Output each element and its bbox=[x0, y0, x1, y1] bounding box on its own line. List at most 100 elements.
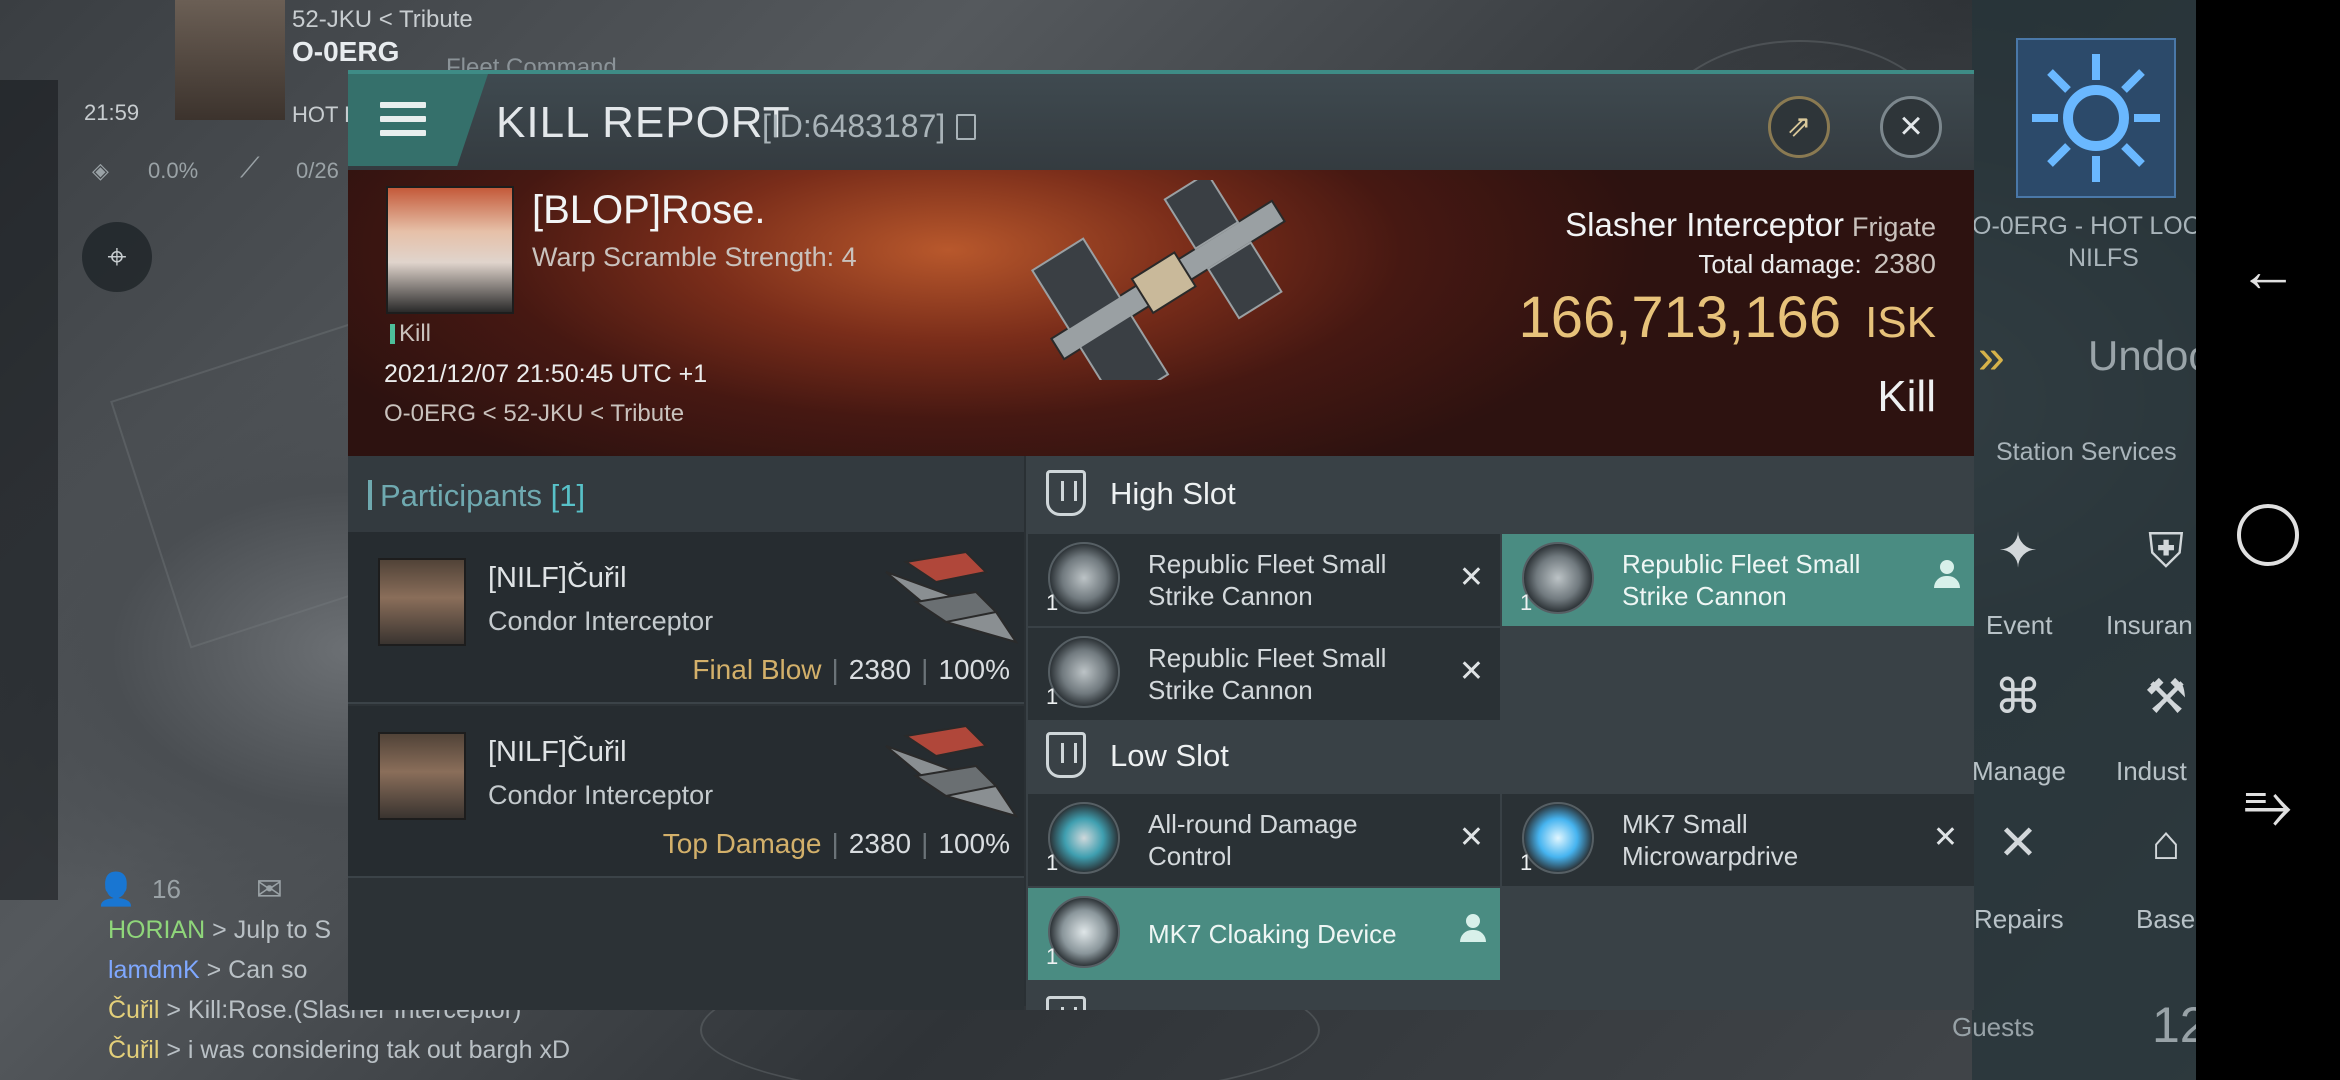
event-button[interactable]: Event bbox=[1986, 610, 2053, 641]
high-slot-header: High Slot bbox=[1026, 456, 1974, 532]
module-name: Republic Fleet Small Strike Cannon bbox=[1148, 549, 1387, 611]
copy-icon[interactable] bbox=[956, 114, 976, 140]
module-item[interactable]: 1 Republic Fleet Small Strike Cannon bbox=[1502, 534, 1974, 626]
module-name: MK7 Cloaking Device bbox=[1148, 919, 1397, 949]
chart-icon[interactable]: ⟋ bbox=[240, 152, 260, 185]
share-button[interactable]: ⇗ bbox=[1768, 96, 1830, 158]
module-item[interactable]: 1 Republic Fleet Small Strike Cannon ✕ bbox=[1028, 534, 1500, 626]
kill-location[interactable]: O-0ERG < 52-JKU < Tribute bbox=[384, 400, 684, 428]
current-system[interactable]: O-0ERG bbox=[292, 36, 399, 68]
event-icon[interactable]: ✦ bbox=[1988, 522, 2048, 582]
participant-row[interactable]: [NILF]Čuřil Condor Interceptor Final Blo… bbox=[348, 532, 1024, 704]
guests-label[interactable]: Guests bbox=[1952, 1012, 2034, 1043]
microwarpdrive-icon bbox=[1522, 802, 1594, 874]
total-damage: Total damage: 2380 bbox=[1698, 248, 1936, 279]
module-qty: 1 bbox=[1520, 850, 1533, 875]
module-item[interactable]: 1 Republic Fleet Small Strike Cannon ✕ bbox=[1028, 628, 1500, 720]
participant-ship: Condor Interceptor bbox=[488, 606, 714, 636]
victim-ship-name[interactable]: Slasher Interceptor Frigate bbox=[1565, 206, 1936, 244]
system-top: 52-JKU < Tribute bbox=[292, 6, 473, 33]
low-slot-title: Low Slot bbox=[1110, 738, 1229, 773]
victim-portrait[interactable] bbox=[386, 186, 514, 314]
undock-button[interactable]: Undoc bbox=[2088, 332, 2209, 380]
cannon-icon bbox=[1522, 542, 1594, 614]
location-pin-icon[interactable]: ⌖ bbox=[82, 222, 152, 292]
close-button[interactable]: × bbox=[1880, 96, 1942, 158]
destroyed-icon: ✕ bbox=[1932, 821, 1958, 854]
stat-capacity: 0/26 bbox=[296, 158, 339, 183]
module-item[interactable]: 1 MK7 Small Microwarpdrive ✕ bbox=[1502, 794, 1974, 886]
repairs-button[interactable]: Repairs bbox=[1974, 904, 2064, 935]
module-item[interactable]: 1 MK7 Cloaking Device bbox=[1028, 888, 1500, 980]
insurance-button[interactable]: Insuran bbox=[2106, 610, 2193, 641]
participant-row[interactable]: [NILF]Čuřil Condor Interceptor Top Damag… bbox=[348, 706, 1024, 878]
home-icon[interactable] bbox=[2196, 504, 2340, 580]
manage-button[interactable]: Manage bbox=[1972, 756, 2066, 787]
module-name: All-round Damage Control bbox=[1148, 809, 1358, 871]
module-qty: 1 bbox=[1046, 850, 1059, 875]
participant-ship-image bbox=[885, 724, 1019, 818]
kill-report-header: KILL REPORT [ID:6483187] ⇗ × bbox=[348, 74, 1974, 170]
module-item[interactable]: 1 All-round Damage Control ✕ bbox=[1028, 794, 1500, 886]
contacts-count: 16 bbox=[152, 874, 181, 904]
cloaking-device-icon bbox=[1048, 896, 1120, 968]
left-hud-strip bbox=[0, 80, 58, 900]
low-slot-icon bbox=[1046, 732, 1086, 778]
sun-icon bbox=[2032, 54, 2160, 182]
undock-chevron-icon: » bbox=[1978, 331, 2005, 384]
high-slot-icon bbox=[1046, 470, 1086, 516]
victim-name[interactable]: [BLOP]Rose. bbox=[532, 188, 765, 233]
screen: 52-JKU < Tribute O-0ERG Fleet Command 21… bbox=[0, 0, 2340, 1080]
destroyed-icon: ✕ bbox=[1458, 561, 1484, 594]
chat-line: Čuřil > i was considering tak out bargh … bbox=[108, 1036, 571, 1064]
dropped-person-icon bbox=[1934, 560, 1960, 594]
module-qty: 1 bbox=[1046, 684, 1059, 709]
menu-icon bbox=[380, 102, 426, 138]
kill-id: [ID:6483187] bbox=[762, 108, 946, 144]
system-navbar: ← ⥱ bbox=[2196, 0, 2340, 1080]
share-icon: ⇗ bbox=[1786, 110, 1812, 143]
participant-avatar[interactable] bbox=[378, 732, 466, 820]
recents-icon[interactable]: ⥱ bbox=[2196, 770, 2340, 840]
participant-ship: Condor Interceptor bbox=[488, 780, 714, 810]
cargo-icon[interactable]: ◈ bbox=[92, 158, 109, 184]
insurance-icon[interactable]: ⛨ bbox=[2136, 522, 2196, 582]
repairs-icon[interactable]: ✕ bbox=[1988, 814, 2048, 874]
stat-percent: 0.0% bbox=[148, 158, 199, 183]
cannon-icon bbox=[1048, 542, 1120, 614]
kill-result: Kill bbox=[1877, 372, 1936, 421]
participant-name: [NILF]Čuřil bbox=[488, 736, 627, 768]
participant-stats: Top Damage | 2380 | 100% bbox=[662, 828, 1010, 859]
station-services-label: Station Services bbox=[1996, 438, 2177, 466]
participants-title: Participants [1] bbox=[367, 478, 586, 513]
pilot-avatar[interactable] bbox=[175, 0, 285, 120]
local-channel: HOT L bbox=[292, 102, 357, 127]
base-button[interactable]: Base bbox=[2136, 904, 2195, 935]
kill-tag: Kill bbox=[390, 320, 431, 348]
victim-ship-image[interactable] bbox=[998, 180, 1338, 380]
menu-button[interactable] bbox=[348, 74, 488, 166]
manage-icon[interactable]: ⌘ bbox=[1988, 668, 2048, 728]
participant-ship-image bbox=[885, 550, 1019, 644]
warp-scramble-strength: Warp Scramble Strength: 4 bbox=[532, 242, 857, 272]
participants-panel: Participants [1] [NILF]Čuřil Condor Inte… bbox=[348, 456, 1024, 1010]
module-qty: 1 bbox=[1520, 590, 1533, 615]
station-owner: NILFS bbox=[2068, 244, 2139, 272]
participant-avatar[interactable] bbox=[378, 558, 466, 646]
back-icon[interactable]: ← bbox=[2196, 236, 2340, 305]
low-slot-header: Low Slot bbox=[1026, 718, 1974, 794]
mail-icon[interactable]: ✉ bbox=[256, 870, 283, 908]
destroyed-icon: ✕ bbox=[1458, 821, 1484, 854]
module-name: MK7 Small Microwarpdrive bbox=[1622, 809, 1799, 871]
base-icon[interactable]: ⌂ bbox=[2136, 814, 2196, 874]
participant-name: [NILF]Čuřil bbox=[488, 562, 627, 594]
module-name: Republic Fleet Small Strike Cannon bbox=[1622, 549, 1861, 611]
industry-button[interactable]: Indust bbox=[2116, 756, 2187, 787]
kill-timestamp: 2021/12/07 21:50:45 UTC +1 bbox=[384, 360, 708, 388]
mid-slot-header bbox=[1026, 982, 1974, 1010]
clock: 21:59 bbox=[84, 100, 140, 125]
contacts-icon[interactable]: 👤 bbox=[96, 870, 136, 908]
damage-control-icon bbox=[1048, 802, 1120, 874]
fittings-panel[interactable]: High Slot 1 Republic Fleet Small Strike … bbox=[1026, 456, 1974, 1010]
industry-icon[interactable]: ⚒ bbox=[2136, 668, 2196, 728]
